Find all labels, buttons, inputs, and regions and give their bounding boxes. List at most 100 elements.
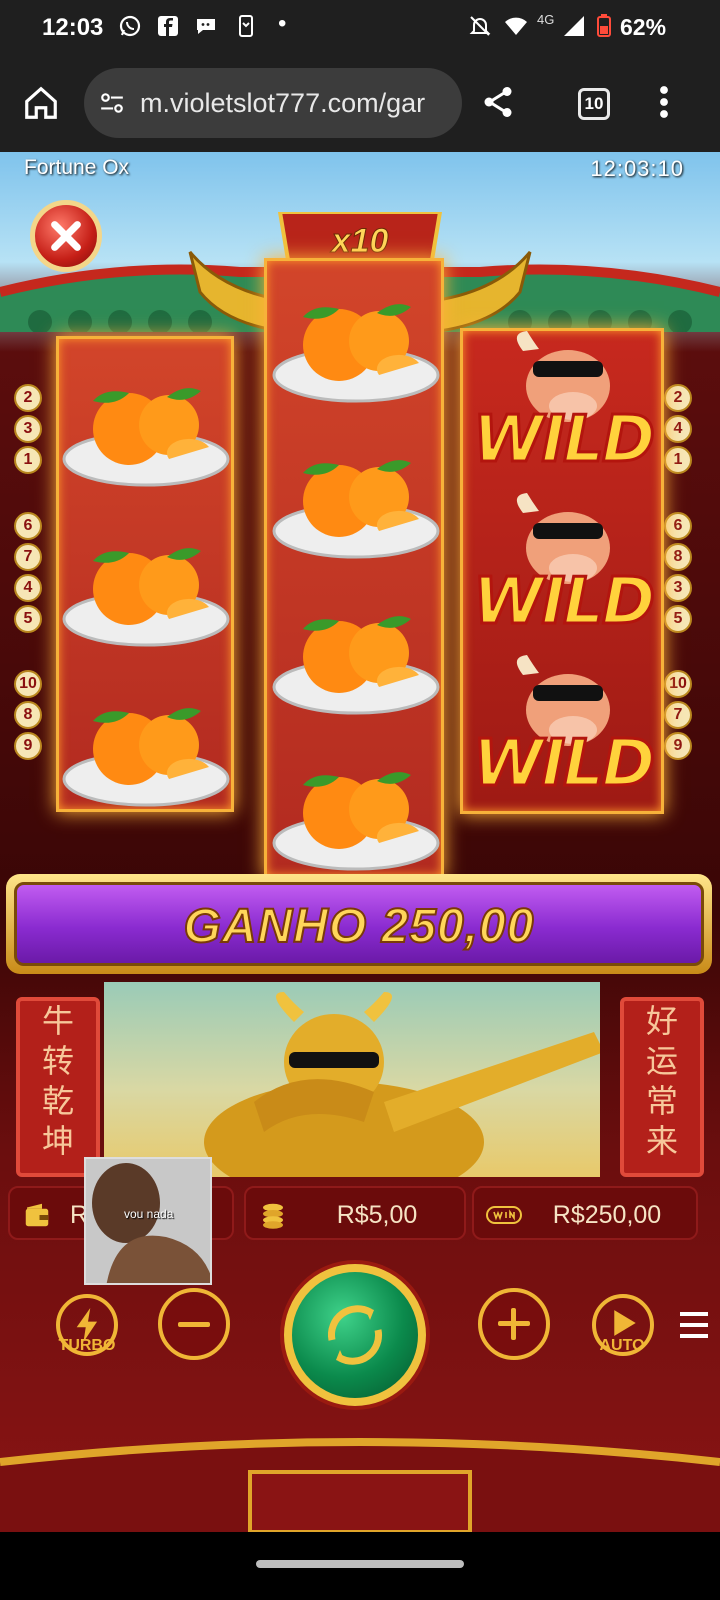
paylines-left-top: 2 3 1 bbox=[14, 384, 44, 477]
banner-left: 牛 转 乾 坤 bbox=[16, 997, 100, 1177]
payline-number: 10 bbox=[14, 670, 42, 698]
address-bar[interactable]: m.violetslot777.com/gar bbox=[84, 68, 462, 138]
payline-number: 1 bbox=[14, 446, 42, 474]
win-banner: GANHO 250,00 bbox=[6, 874, 712, 974]
turbo-label: TURBO bbox=[58, 1337, 116, 1354]
menu-icon[interactable] bbox=[680, 1310, 708, 1340]
win-icon bbox=[486, 1206, 522, 1224]
tangerine-icon bbox=[62, 388, 230, 487]
paylines-left-mid: 6 7 4 5 bbox=[14, 512, 44, 636]
reel-middle bbox=[264, 258, 444, 878]
share-icon[interactable] bbox=[480, 84, 516, 120]
status-bar: 12:03 • 4G 62% bbox=[0, 0, 720, 56]
banner-char: 乾 bbox=[41, 1082, 74, 1120]
win-amount-text: GANHO 250,00 bbox=[183, 899, 535, 954]
decrease-bet-button[interactable] bbox=[158, 1288, 230, 1360]
chat-icon bbox=[197, 19, 215, 34]
signal-icon bbox=[564, 16, 584, 36]
paylines-left-bottom: 10 8 9 bbox=[14, 670, 44, 763]
auto-label: AUTO bbox=[599, 1337, 645, 1354]
win-value: R$250,00 bbox=[552, 1201, 662, 1229]
banner-char: 常 bbox=[645, 1082, 678, 1120]
network-type: 4G bbox=[537, 12, 555, 27]
payline-number: 10 bbox=[664, 670, 692, 698]
wild-label: WILD bbox=[471, 726, 656, 803]
increase-bet-button[interactable] bbox=[478, 1288, 550, 1360]
payline-number: 5 bbox=[664, 605, 692, 633]
tangerine-icon bbox=[272, 772, 440, 871]
battery-icon bbox=[597, 14, 611, 37]
game-clock: 12:03:10 bbox=[590, 156, 684, 181]
banner-char: 好 bbox=[645, 1002, 678, 1040]
payline-number: 1 bbox=[664, 446, 692, 474]
paylines-right-top: 2 4 1 bbox=[664, 384, 694, 477]
webcam-caption: vou nada bbox=[124, 1207, 174, 1221]
spin-arrows-icon bbox=[327, 1305, 383, 1365]
wild-symbol: WILD bbox=[463, 655, 663, 815]
tangerine-icon bbox=[62, 708, 230, 807]
play-icon bbox=[614, 1310, 636, 1336]
payline-number: 2 bbox=[664, 384, 692, 412]
minus-icon bbox=[178, 1322, 210, 1327]
game-title: Fortune Ox bbox=[24, 156, 130, 179]
bet-display: R$5,00 bbox=[244, 1186, 466, 1240]
wallet-icon bbox=[25, 1203, 49, 1227]
more-vert-icon[interactable] bbox=[652, 84, 676, 120]
phone-link-icon bbox=[239, 15, 253, 37]
site-settings-icon[interactable] bbox=[98, 90, 126, 116]
reel-right: WILD WILD WILD bbox=[460, 328, 664, 814]
payline-number: 6 bbox=[14, 512, 42, 540]
paylines-right-bottom: 10 7 9 bbox=[664, 670, 694, 763]
whatsapp-icon bbox=[119, 15, 141, 37]
payline-number: 8 bbox=[14, 701, 42, 729]
payline-number: 9 bbox=[14, 732, 42, 760]
golden-ox-scene bbox=[104, 982, 600, 1177]
close-game-button[interactable] bbox=[30, 200, 102, 272]
close-icon bbox=[51, 221, 81, 251]
tangerine-icon bbox=[62, 548, 230, 647]
wifi-icon bbox=[505, 17, 527, 35]
payline-number: 7 bbox=[664, 701, 692, 729]
banner-char: 转 bbox=[41, 1042, 74, 1080]
wild-label: WILD bbox=[471, 564, 656, 641]
wild-symbol: WILD bbox=[463, 331, 663, 491]
win-display: R$250,00 bbox=[472, 1186, 698, 1240]
golden-ox-icon bbox=[204, 992, 600, 1177]
person-image bbox=[86, 1159, 210, 1283]
tabs-button[interactable]: 10 bbox=[578, 88, 610, 120]
banner-char: 来 bbox=[645, 1122, 678, 1160]
payline-number: 4 bbox=[14, 574, 42, 602]
plus-icon bbox=[498, 1308, 530, 1340]
facebook-icon bbox=[158, 16, 178, 36]
base-ornament bbox=[0, 1438, 720, 1532]
banner-char: 坤 bbox=[41, 1122, 74, 1160]
status-time: 12:03 bbox=[42, 14, 104, 41]
reel-left bbox=[56, 336, 234, 812]
banner-char: 运 bbox=[645, 1042, 678, 1080]
url-text: m.violetslot777.com/gar bbox=[140, 88, 426, 118]
payline-number: 2 bbox=[14, 384, 42, 412]
home-gesture-handle[interactable] bbox=[256, 1560, 464, 1568]
payline-number: 3 bbox=[664, 574, 692, 602]
payline-number: 6 bbox=[664, 512, 692, 540]
payline-number: 8 bbox=[664, 543, 692, 571]
status-dot: • bbox=[278, 10, 287, 37]
banner-right: 好 运 常 来 bbox=[620, 997, 704, 1177]
multiplier-value: x10 bbox=[331, 222, 389, 261]
payline-number: 9 bbox=[664, 732, 692, 760]
paylines-right-mid: 6 8 3 5 bbox=[664, 512, 694, 636]
payline-number: 5 bbox=[14, 605, 42, 633]
battery-percent: 62% bbox=[620, 14, 667, 40]
browser-toolbar: m.violetslot777.com/gar 10 bbox=[0, 56, 720, 152]
spin-button[interactable] bbox=[284, 1264, 426, 1406]
navigation-gesture-bar bbox=[0, 1532, 720, 1600]
webcam-overlay: vou nada bbox=[84, 1157, 212, 1285]
wild-label: WILD bbox=[471, 402, 656, 479]
tangerine-icon bbox=[272, 616, 440, 715]
coins-icon bbox=[263, 1203, 283, 1229]
payline-number: 7 bbox=[14, 543, 42, 571]
payline-number: 4 bbox=[664, 415, 692, 443]
tangerine-icon bbox=[272, 304, 440, 403]
game-canvas[interactable]: Fortune Ox 12:03:10 x10 2 3 1 6 7 4 5 10… bbox=[0, 152, 720, 1532]
home-icon[interactable] bbox=[22, 84, 60, 122]
